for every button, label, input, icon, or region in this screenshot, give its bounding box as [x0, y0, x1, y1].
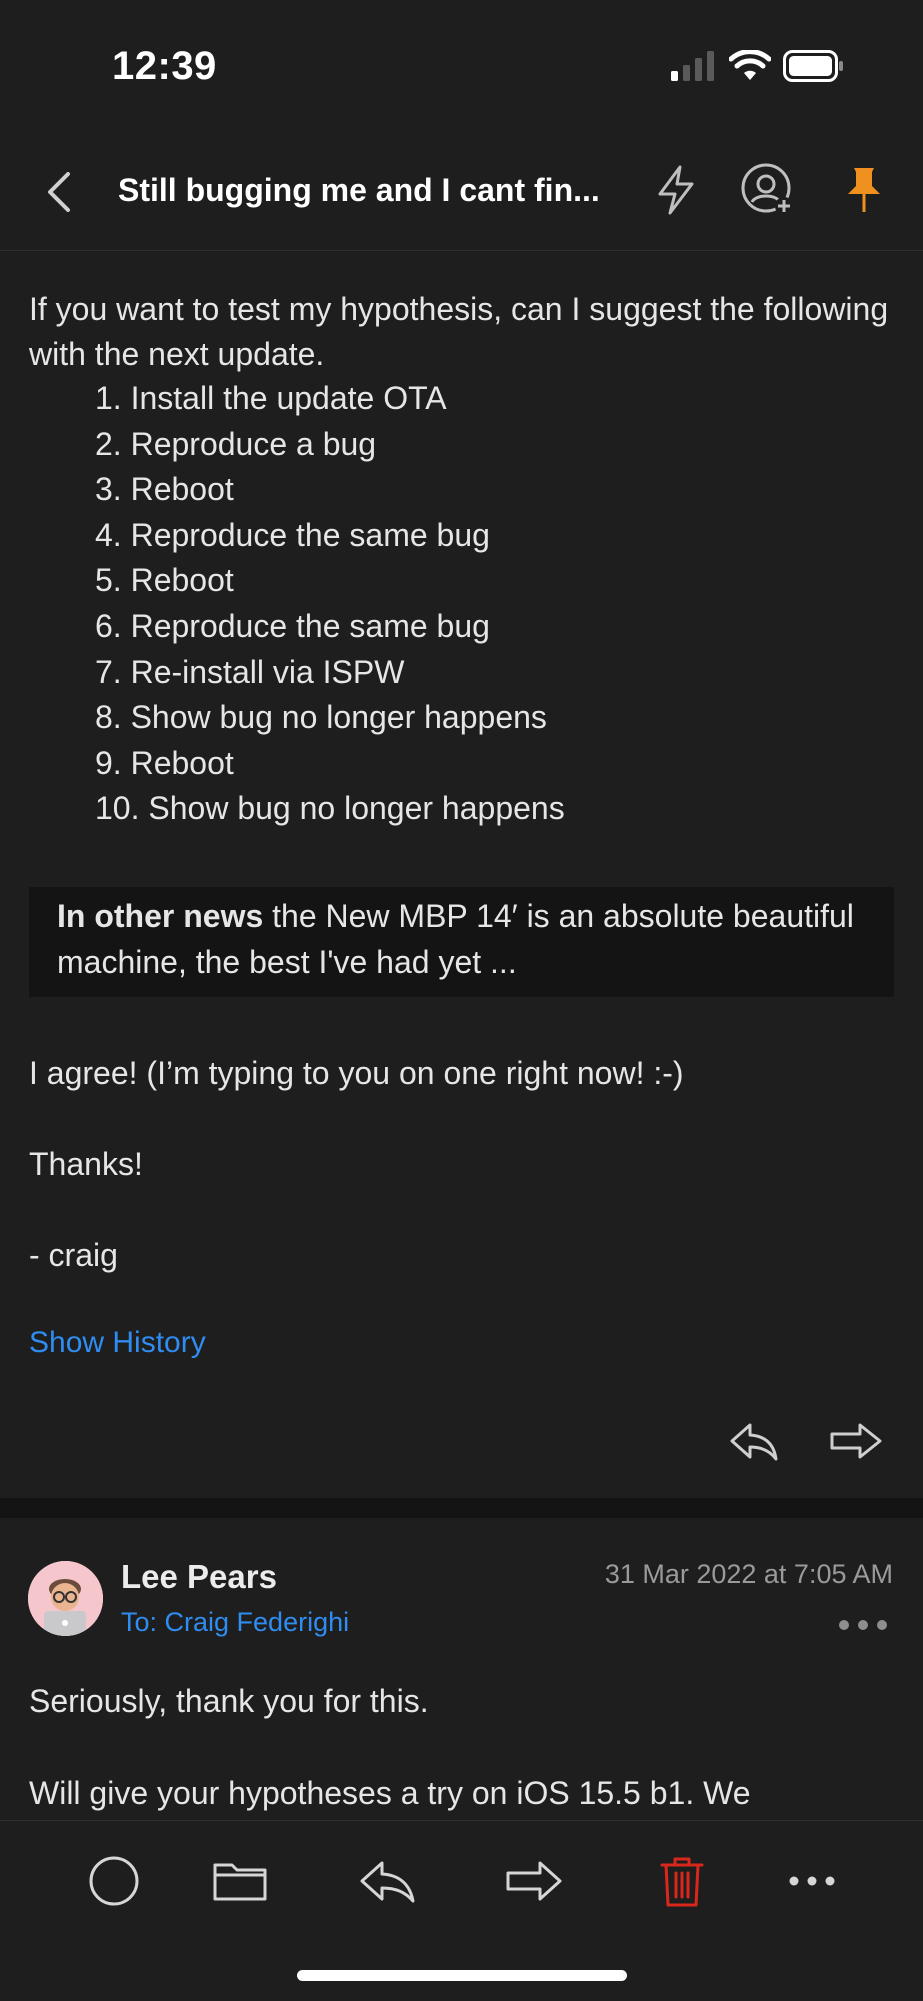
more-icon[interactable]: [782, 1851, 842, 1911]
thanks-line: Thanks!: [29, 1146, 143, 1182]
wifi-icon: [729, 50, 771, 80]
intro-paragraph: If you want to test my hypothesis, can I…: [29, 291, 889, 372]
cellular-signal-icon: [671, 51, 714, 81]
list-item: 10. Show bug no longer happens: [95, 790, 565, 827]
forward-icon[interactable]: [504, 1851, 564, 1911]
quote-bold-text: In other news: [57, 898, 264, 934]
message-separator: [0, 1498, 923, 1518]
status-icons: [671, 50, 845, 82]
signature: - craig: [29, 1237, 118, 1273]
message-line: Will give your hypotheses a try on iOS 1…: [29, 1775, 751, 1811]
message-header-bar: Still bugging me and I cant fin...: [0, 130, 923, 251]
trash-icon[interactable]: [652, 1851, 712, 1911]
avatar[interactable]: [28, 1561, 103, 1636]
quoted-text: In other news the New MBP 14′ is an abso…: [57, 893, 887, 985]
status-time: 12:39: [112, 44, 217, 88]
memoji-avatar-icon: [28, 1561, 103, 1636]
home-indicator[interactable]: [297, 1970, 627, 1981]
list-item: 8. Show bug no longer happens: [95, 699, 547, 736]
message-date: 31 Mar 2022 at 7:05 AM: [604, 1559, 893, 1589]
battery-icon: [783, 50, 843, 82]
list-item: 1. Install the update OTA: [95, 380, 447, 416]
list-item: 4. Reproduce the same bug: [95, 516, 490, 553]
list-item: 6. Reproduce the same bug: [95, 607, 490, 644]
show-history-link[interactable]: Show History: [29, 1326, 206, 1360]
list-item: 2. Reproduce a bug: [95, 425, 377, 462]
reply-icon[interactable]: [358, 1851, 418, 1911]
list-item: 3. Reboot: [95, 471, 234, 508]
forward-icon[interactable]: [828, 1419, 884, 1467]
reply-icon[interactable]: [728, 1419, 780, 1467]
circle-icon[interactable]: [84, 1851, 144, 1911]
status-bar: 12:39: [0, 0, 923, 130]
recipient-line[interactable]: To: Craig Federighi: [121, 1607, 349, 1638]
list-item: 9. Reboot: [95, 744, 234, 781]
more-options-icon[interactable]: [838, 1619, 888, 1631]
sender-name: Lee Pears: [121, 1558, 277, 1595]
message-line: Seriously, thank you for this.: [29, 1683, 429, 1719]
thread-subject: Still bugging me and I cant fin...: [118, 172, 600, 208]
folder-icon[interactable]: [210, 1851, 270, 1911]
add-contact-icon[interactable]: [740, 162, 796, 218]
quoted-block: In other news the New MBP 14′ is an abso…: [29, 887, 894, 997]
back-chevron-icon[interactable]: [42, 170, 78, 214]
list-item: 5. Reboot: [95, 562, 234, 599]
pin-icon[interactable]: [836, 162, 892, 218]
steps-list: 1. Install the update OTA 2. Reproduce a…: [95, 376, 565, 832]
reply-line: I agree! (I’m typing to you on one right…: [29, 1055, 684, 1091]
lightning-icon[interactable]: [648, 162, 704, 218]
list-item: 7. Re-install via ISPW: [95, 653, 405, 690]
